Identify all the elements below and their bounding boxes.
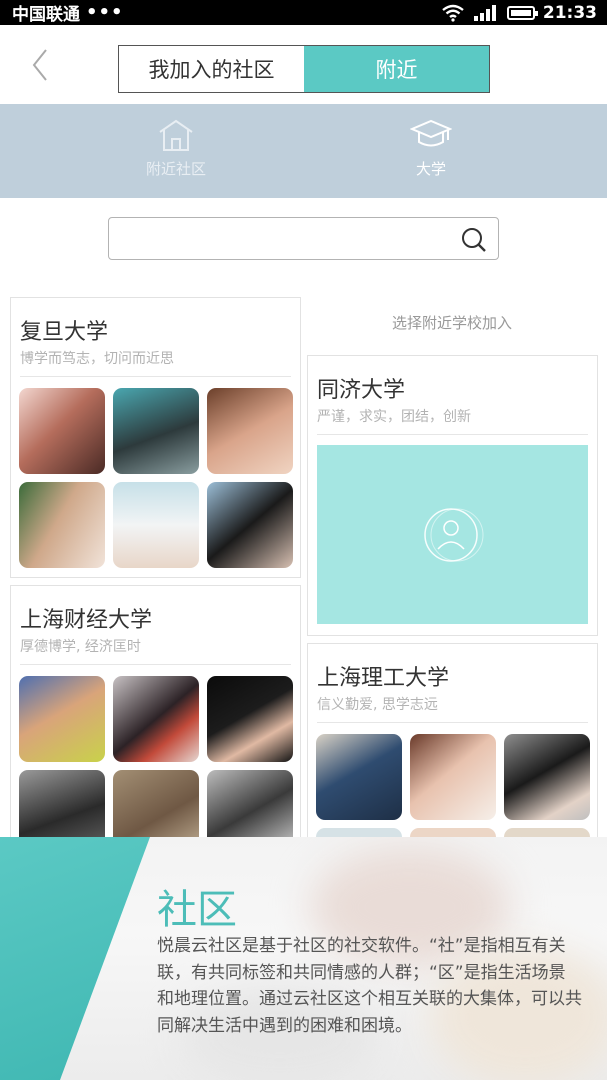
empty-members-placeholder (317, 445, 588, 624)
member-grid (316, 734, 590, 844)
divider (20, 664, 291, 665)
cell-signal-icon (473, 4, 496, 21)
member-photo[interactable] (113, 388, 199, 474)
status-left: 中国联通 ••• (12, 0, 124, 25)
member-photo[interactable] (207, 388, 293, 474)
university-motto: 博学而笃志，切问而近思 (20, 351, 174, 367)
carrier-name: 中国联通 (12, 5, 80, 25)
university-card-sufe[interactable]: 上海财经大学 厚德博学, 经济匡时 (10, 585, 301, 856)
university-motto: 信义勤爱, 思学志远 (317, 697, 438, 713)
university-name: 上海财经大学 (20, 608, 153, 633)
university-name: 上海理工大学 (317, 666, 450, 691)
battery-icon (506, 5, 538, 20)
category-nearby-community[interactable]: 附近社区 (116, 118, 236, 179)
university-motto: 严谨，求实，团结，创新 (317, 409, 471, 425)
wifi-icon (442, 4, 464, 22)
user-icon (423, 507, 483, 562)
signal-dots: ••• (86, 2, 124, 23)
member-photo[interactable] (207, 676, 293, 762)
chevron-left-icon (32, 49, 47, 81)
house-icon (159, 119, 193, 151)
back-button[interactable] (22, 45, 58, 85)
accent-wedge (0, 837, 150, 1080)
category-bar: 附近社区 大学 (0, 104, 607, 198)
category-label: 附近社区 (145, 160, 206, 178)
overlay-title: 社区 (157, 887, 237, 933)
university-name: 复旦大学 (20, 320, 109, 345)
member-photo[interactable] (113, 482, 199, 568)
tab-joined-communities[interactable]: 我加入的社区 (119, 46, 304, 92)
university-motto: 厚德博学, 经济匡时 (20, 639, 141, 655)
status-right: 21:33 (441, 3, 597, 23)
university-card-fudan[interactable]: 复旦大学 博学而笃志，切问而近思 (10, 297, 301, 578)
member-photo[interactable] (316, 734, 402, 820)
intro-overlay: 社区 悦晨云社区是基于社区的社交软件。“社”是指相互有关联，有共同标签和共同情感… (0, 837, 607, 1080)
category-university[interactable]: 大学 (371, 118, 491, 179)
header: 我加入的社区 附近 (0, 25, 607, 104)
university-card-usst[interactable]: 上海理工大学 信义勤爱, 思学志远 (307, 643, 598, 845)
search-input[interactable] (108, 217, 499, 260)
member-photo[interactable] (113, 676, 199, 762)
member-photo[interactable] (207, 482, 293, 568)
member-grid (19, 388, 293, 568)
university-name: 同济大学 (317, 378, 406, 403)
member-photo[interactable] (19, 676, 105, 762)
divider (317, 434, 588, 435)
search-icon[interactable] (460, 226, 488, 254)
divider (317, 722, 588, 723)
graduation-cap-icon (410, 119, 452, 147)
member-photo[interactable] (410, 734, 496, 820)
segmented-control: 我加入的社区 附近 (118, 45, 490, 93)
member-photo[interactable] (19, 482, 105, 568)
clock: 21:33 (542, 2, 597, 23)
member-grid (19, 676, 293, 856)
overlay-description: 悦晨云社区是基于社区的社交软件。“社”是指相互有关联，有共同标签和共同情感的人群… (157, 936, 582, 1036)
status-bar: 中国联通 ••• 21:33 (0, 0, 607, 25)
category-label: 大学 (415, 160, 446, 178)
join-hint: 选择附近学校加入 (391, 314, 512, 332)
member-photo[interactable] (504, 734, 590, 820)
tab-nearby[interactable]: 附近 (304, 46, 489, 92)
member-photo[interactable] (19, 388, 105, 474)
divider (20, 376, 291, 377)
university-card-tongji[interactable]: 同济大学 严谨，求实，团结，创新 (307, 355, 598, 636)
